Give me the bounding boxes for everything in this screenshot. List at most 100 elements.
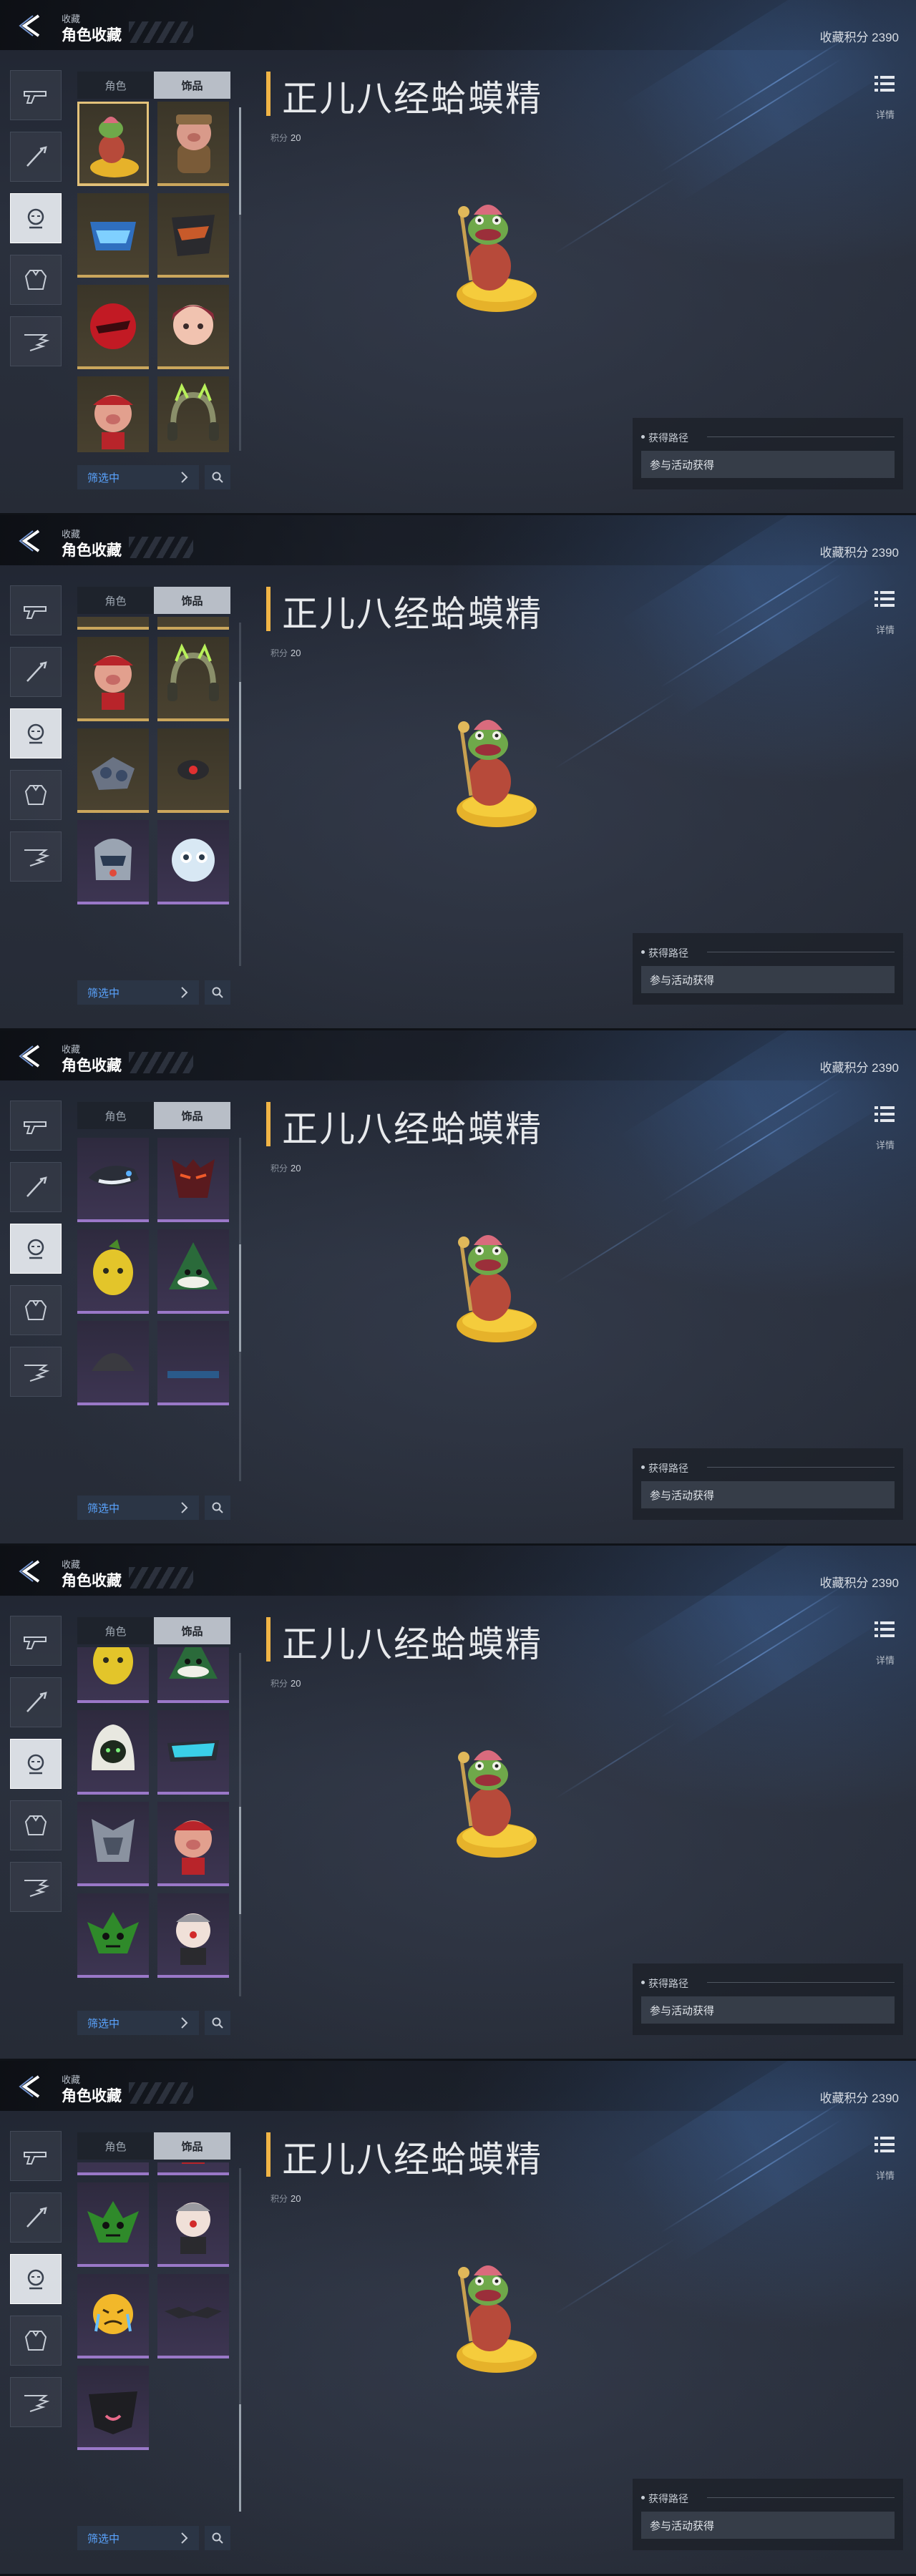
category-character[interactable] xyxy=(10,193,62,243)
tab-accessory[interactable]: 饰品 xyxy=(154,587,230,614)
item-cell[interactable] xyxy=(157,102,229,186)
item-cell[interactable] xyxy=(77,637,149,721)
category-armor[interactable] xyxy=(10,770,62,820)
search-button[interactable] xyxy=(205,1496,230,1520)
item-cell[interactable] xyxy=(157,1647,229,1703)
tab-character[interactable]: 角色 xyxy=(77,587,154,614)
back-button[interactable] xyxy=(16,1557,47,1586)
scrollbar-thumb[interactable] xyxy=(239,2404,241,2512)
tab-character[interactable]: 角色 xyxy=(77,1102,154,1129)
grid-scrollbar[interactable] xyxy=(239,2168,241,2512)
grid-scrollbar[interactable] xyxy=(239,623,241,966)
tab-accessory[interactable]: 饰品 xyxy=(154,1102,230,1129)
tab-accessory[interactable]: 饰品 xyxy=(154,2132,230,2160)
item-cell[interactable] xyxy=(157,193,229,278)
category-other[interactable] xyxy=(10,316,62,366)
item-cell[interactable] xyxy=(157,1710,229,1795)
back-button[interactable] xyxy=(16,527,47,555)
item-cell[interactable] xyxy=(77,1138,149,1222)
item-preview[interactable] xyxy=(439,1733,547,1862)
grid-scrollbar[interactable] xyxy=(239,1653,241,1996)
category-character[interactable] xyxy=(10,708,62,758)
category-melee[interactable] xyxy=(10,1162,62,1212)
item-cell[interactable] xyxy=(77,376,149,452)
category-armor[interactable] xyxy=(10,1285,62,1335)
detail-button[interactable]: 详情 xyxy=(866,585,902,635)
category-character[interactable] xyxy=(10,2254,62,2304)
item-cell[interactable] xyxy=(157,1138,229,1222)
item-cell[interactable] xyxy=(157,1802,229,1886)
scrollbar-thumb[interactable] xyxy=(239,1244,241,1352)
item-preview[interactable] xyxy=(439,187,547,316)
item-preview[interactable] xyxy=(439,2248,547,2377)
item-cell[interactable] xyxy=(157,2182,229,2267)
item-cell[interactable] xyxy=(77,193,149,278)
item-cell[interactable] xyxy=(77,728,149,813)
item-cell[interactable] xyxy=(157,637,229,721)
item-cell[interactable] xyxy=(77,1893,149,1978)
category-other[interactable] xyxy=(10,831,62,882)
search-button[interactable] xyxy=(205,2011,230,2035)
scrollbar-thumb[interactable] xyxy=(239,1807,241,1914)
item-cell[interactable] xyxy=(157,1321,229,1405)
item-preview[interactable] xyxy=(439,1218,547,1347)
category-weapon[interactable] xyxy=(10,2131,62,2181)
category-weapon[interactable] xyxy=(10,585,62,635)
category-other[interactable] xyxy=(10,1347,62,1397)
category-weapon[interactable] xyxy=(10,1101,62,1151)
detail-button[interactable]: 详情 xyxy=(866,2131,902,2181)
item-cell[interactable] xyxy=(157,2162,229,2175)
item-cell[interactable] xyxy=(77,1321,149,1405)
item-cell[interactable] xyxy=(77,2274,149,2358)
category-weapon[interactable] xyxy=(10,70,62,120)
category-armor[interactable] xyxy=(10,255,62,305)
item-preview[interactable] xyxy=(439,703,547,831)
back-button[interactable] xyxy=(16,1042,47,1070)
category-other[interactable] xyxy=(10,1862,62,1912)
item-cell[interactable] xyxy=(77,1229,149,1314)
item-cell[interactable] xyxy=(77,2182,149,2267)
category-melee[interactable] xyxy=(10,132,62,182)
category-melee[interactable] xyxy=(10,2192,62,2243)
item-cell[interactable] xyxy=(77,102,149,186)
item-cell[interactable] xyxy=(77,1802,149,1886)
tab-accessory[interactable]: 饰品 xyxy=(154,72,230,99)
item-cell[interactable] xyxy=(157,376,229,452)
tab-character[interactable]: 角色 xyxy=(77,1617,154,1644)
item-cell[interactable] xyxy=(157,617,229,630)
search-button[interactable] xyxy=(205,980,230,1005)
item-cell[interactable] xyxy=(157,820,229,904)
category-other[interactable] xyxy=(10,2377,62,2427)
search-button[interactable] xyxy=(205,2526,230,2550)
category-weapon[interactable] xyxy=(10,1616,62,1666)
item-cell[interactable] xyxy=(157,1893,229,1978)
search-button[interactable] xyxy=(205,465,230,489)
grid-scrollbar[interactable] xyxy=(239,107,241,451)
detail-button[interactable]: 详情 xyxy=(866,70,902,120)
item-cell[interactable] xyxy=(77,2162,149,2175)
category-character[interactable] xyxy=(10,1739,62,1789)
item-cell[interactable] xyxy=(77,285,149,369)
category-armor[interactable] xyxy=(10,1800,62,1850)
item-cell[interactable] xyxy=(77,617,149,630)
back-button[interactable] xyxy=(16,11,47,40)
item-cell[interactable] xyxy=(77,820,149,904)
category-character[interactable] xyxy=(10,1224,62,1274)
tab-accessory[interactable]: 饰品 xyxy=(154,1617,230,1644)
tab-character[interactable]: 角色 xyxy=(77,2132,154,2160)
detail-button[interactable]: 详情 xyxy=(866,1101,902,1151)
category-melee[interactable] xyxy=(10,647,62,697)
grid-scrollbar[interactable] xyxy=(239,1138,241,1481)
item-cell[interactable] xyxy=(77,1647,149,1703)
item-cell[interactable] xyxy=(157,728,229,813)
scrollbar-thumb[interactable] xyxy=(239,107,241,215)
detail-button[interactable]: 详情 xyxy=(866,1616,902,1666)
category-melee[interactable] xyxy=(10,1677,62,1727)
back-button[interactable] xyxy=(16,2072,47,2101)
item-cell[interactable] xyxy=(157,2274,229,2358)
item-cell[interactable] xyxy=(157,285,229,369)
category-armor[interactable] xyxy=(10,2316,62,2366)
tab-character[interactable]: 角色 xyxy=(77,72,154,99)
item-cell[interactable] xyxy=(157,1229,229,1314)
scrollbar-thumb[interactable] xyxy=(239,682,241,789)
